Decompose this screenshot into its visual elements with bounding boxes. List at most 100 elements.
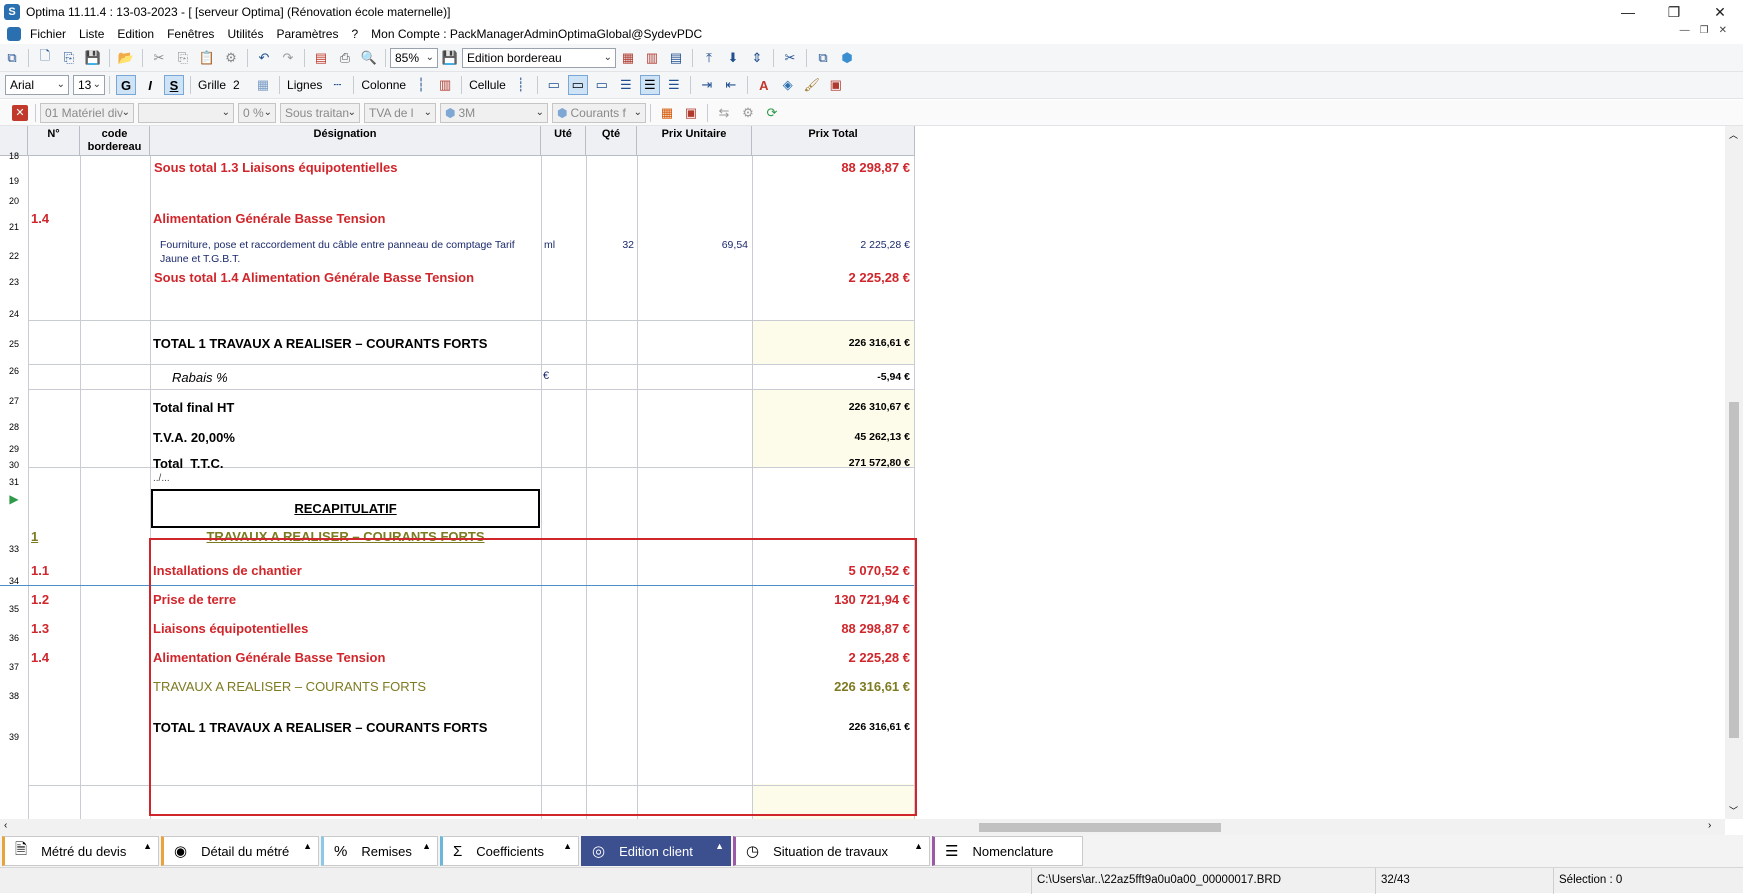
- print-preview-icon[interactable]: 🔍: [360, 49, 378, 67]
- menu-logo-icon[interactable]: [7, 27, 21, 41]
- brush-icon[interactable]: 🖌: [803, 76, 821, 94]
- settings-gray-icon[interactable]: ⚙: [739, 104, 757, 122]
- header-unit[interactable]: Uté: [541, 126, 586, 156]
- undo-icon[interactable]: ↶: [255, 49, 273, 67]
- outdent-icon[interactable]: ⇤: [722, 76, 740, 94]
- move-updown-icon[interactable]: ⇕: [748, 49, 766, 67]
- cube-icon[interactable]: ⬢: [838, 49, 856, 67]
- grid-icon[interactable]: ▦: [254, 76, 272, 94]
- line-style-icon[interactable]: ┄: [328, 76, 346, 94]
- total-cell[interactable]: 45 262,13 €: [752, 431, 910, 443]
- header-num[interactable]: N°: [28, 126, 80, 156]
- recap-title[interactable]: RECAPITULATIF: [151, 501, 540, 516]
- view-option-3-icon[interactable]: ▤: [667, 49, 685, 67]
- move-top-icon[interactable]: ⤒: [700, 49, 718, 67]
- zoom-select[interactable]: 85% ⌄: [390, 47, 438, 68]
- num-cell[interactable]: 1.1: [31, 563, 49, 578]
- total-cell[interactable]: 226 310,67 €: [752, 401, 910, 413]
- num-cell[interactable]: 1: [31, 529, 38, 544]
- scroll-down-icon[interactable]: ﹀: [1729, 804, 1738, 817]
- pdf-icon[interactable]: ▤: [312, 49, 330, 67]
- paste-icon[interactable]: 📋: [198, 49, 216, 67]
- tools-icon[interactable]: ✂: [781, 49, 799, 67]
- unit-cell[interactable]: ml: [544, 239, 555, 251]
- duplicate-icon[interactable]: ⧉: [814, 49, 832, 67]
- vertical-scrollbar[interactable]: ︿ ﹀: [1725, 126, 1743, 819]
- estimate-grid[interactable]: N° code bordereau Désignation Uté Qté Pr…: [0, 126, 1725, 819]
- menu-account[interactable]: Mon Compte : PackManagerAdminOptimaGloba…: [371, 27, 702, 41]
- qty-cell[interactable]: 32: [586, 239, 634, 251]
- percent-select[interactable]: 0 % ⌄: [238, 102, 276, 123]
- total-cell[interactable]: 88 298,87 €: [752, 160, 910, 175]
- fill-color-icon[interactable]: ◈: [779, 76, 797, 94]
- designation-cell[interactable]: Alimentation Générale Basse Tension: [153, 211, 385, 226]
- menu-fichier[interactable]: Fichier: [30, 27, 66, 41]
- font-color-icon[interactable]: A: [755, 76, 773, 94]
- scroll-up-icon[interactable]: ︿: [1729, 128, 1738, 141]
- vertical-scroll-thumb[interactable]: [1729, 402, 1739, 738]
- subcontract-select[interactable]: Sous traitan ⌄: [280, 102, 360, 123]
- restore-button[interactable]: ❐: [1651, 0, 1697, 24]
- view-select[interactable]: Edition bordereau ⌄: [462, 47, 616, 68]
- num-cell[interactable]: 1.3: [31, 621, 49, 636]
- designation-cell[interactable]: Sous total 1.4 Alimentation Générale Bas…: [154, 270, 474, 285]
- mdi-minimize-icon[interactable]: —: [1680, 25, 1690, 36]
- view-option-1-icon[interactable]: ▦: [619, 49, 637, 67]
- windows-icon[interactable]: ⧉: [3, 49, 21, 67]
- cell-style-icon[interactable]: ┊: [512, 76, 530, 94]
- clear-format-icon[interactable]: ▣: [827, 76, 845, 94]
- cut-icon[interactable]: ✂: [150, 49, 168, 67]
- designation-cell[interactable]: T.V.A. 20,00%: [153, 430, 235, 445]
- currency-convert-icon[interactable]: ⇆: [715, 104, 733, 122]
- close-button[interactable]: ✕: [1697, 0, 1743, 24]
- align-center-icon[interactable]: ☰: [639, 75, 660, 95]
- bold-button[interactable]: G: [116, 75, 136, 95]
- tab-metre-devis[interactable]: 🗎 Métré du devis ▲: [2, 836, 159, 866]
- tab-coefficients[interactable]: Σ Coefficients ▲: [440, 836, 579, 866]
- strike-button[interactable]: S: [164, 75, 184, 95]
- total-cell[interactable]: 2 225,28 €: [752, 239, 910, 251]
- header-qty[interactable]: Qté: [586, 126, 637, 156]
- total-cell[interactable]: 226 316,61 €: [752, 337, 910, 349]
- blank-select[interactable]: ⌄: [138, 102, 234, 123]
- mdi-restore-icon[interactable]: ❐: [1700, 25, 1709, 36]
- menu-parametres[interactable]: Paramètres: [276, 27, 338, 41]
- tab-detail-metre[interactable]: ◉ Détail du métré ▲: [161, 836, 319, 866]
- open-folder-icon[interactable]: 📂: [117, 49, 135, 67]
- num-cell[interactable]: 1.2: [31, 592, 49, 607]
- mdi-close-icon[interactable]: ✕: [1719, 25, 1727, 36]
- designation-cell[interactable]: TOTAL 1 TRAVAUX A REALISER – COURANTS FO…: [153, 336, 487, 351]
- print-icon[interactable]: ⎙: [336, 49, 354, 67]
- horizontal-scrollbar[interactable]: ‹ ›: [0, 819, 1725, 835]
- designation-cell[interactable]: Total T.T.C.: [153, 456, 224, 471]
- new-document-icon[interactable]: 🗋: [36, 48, 54, 67]
- align-right-icon[interactable]: ☰: [665, 76, 683, 94]
- save-icon[interactable]: 💾: [84, 49, 102, 67]
- menu-liste[interactable]: Liste: [79, 27, 104, 41]
- header-designation[interactable]: Désignation: [150, 126, 541, 156]
- redo-icon[interactable]: ↷: [279, 49, 297, 67]
- column-style-icon[interactable]: ┆: [412, 76, 430, 94]
- tab-edition-client[interactable]: ◎ Edition client ▲: [581, 836, 731, 866]
- italic-button[interactable]: I: [140, 75, 160, 95]
- tab-nomenclature[interactable]: ☰ Nomenclature: [932, 836, 1083, 866]
- format-painter-icon[interactable]: ⚙: [222, 49, 240, 67]
- refresh-green-icon[interactable]: ⟳: [763, 104, 781, 122]
- total-cell[interactable]: -5,94 €: [752, 371, 910, 383]
- close-red-icon[interactable]: ✕: [12, 104, 28, 121]
- total-cell[interactable]: 271 572,80 €: [752, 457, 910, 469]
- menu-utilites[interactable]: Utilités: [227, 27, 263, 41]
- designation-cell-line2[interactable]: Jaune et T.G.B.T.: [160, 253, 240, 265]
- view-option-2-icon[interactable]: ▥: [643, 49, 661, 67]
- total-cell[interactable]: 2 225,28 €: [752, 270, 910, 285]
- border-3-icon[interactable]: ▭: [593, 76, 611, 94]
- designation-cell[interactable]: Fourniture, pose et raccordement du câbl…: [160, 239, 515, 251]
- unit-price-cell[interactable]: 69,54: [637, 239, 748, 251]
- tab-remises[interactable]: % Remises ▲: [321, 836, 438, 866]
- save-view-icon[interactable]: 💾: [441, 49, 459, 67]
- font-size-select[interactable]: 13 ⌄: [73, 75, 105, 95]
- header-unit-price[interactable]: Prix Unitaire: [637, 126, 752, 156]
- num-cell[interactable]: 1.4: [31, 211, 49, 226]
- unit-cell[interactable]: €: [543, 370, 549, 382]
- copy-icon[interactable]: ⎘: [174, 49, 192, 67]
